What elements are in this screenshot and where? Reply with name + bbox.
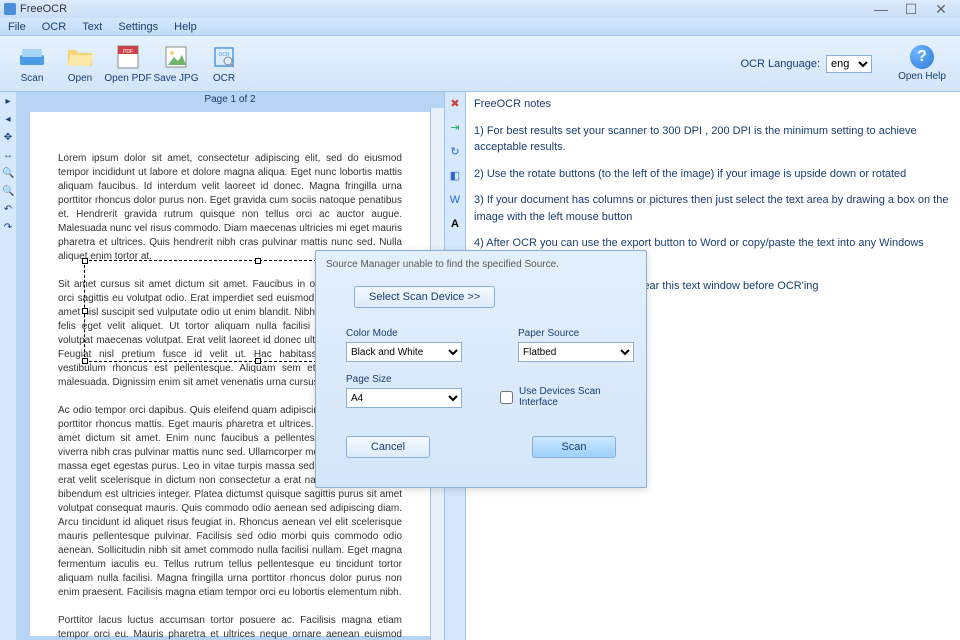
paper-source-select[interactable]: Flatbed <box>518 342 634 362</box>
rotate-left-icon[interactable]: ↶ <box>2 204 14 216</box>
svg-text:PDF: PDF <box>123 49 133 55</box>
rotate-right-icon[interactable]: ↷ <box>2 222 14 234</box>
color-mode-select[interactable]: Black and White <box>346 342 462 362</box>
color-mode-label: Color Mode <box>346 328 466 339</box>
open-help-button[interactable]: ? Open Help <box>892 45 952 82</box>
menu-file[interactable]: File <box>8 21 26 33</box>
paragraph: Lorem ipsum dolor sit amet, consectetur … <box>58 152 402 264</box>
scan-button[interactable]: Scan <box>8 39 56 89</box>
page-indicator: Page 1 of 2 <box>16 92 444 108</box>
open-button[interactable]: Open <box>56 39 104 89</box>
ocr-button[interactable]: OCR OCR <box>200 39 248 89</box>
note-item: 1) For best results set your scanner to … <box>474 123 952 156</box>
paper-source-label: Paper Source <box>518 328 638 339</box>
use-devices-label: Use Devices Scan Interface <box>519 386 638 408</box>
zoom-in-icon[interactable]: 🔍 <box>2 168 14 180</box>
paragraph: Porttitor lacus luctus accumsan tortor p… <box>58 614 402 640</box>
close-button[interactable]: ✕ <box>926 1 956 18</box>
menu-bar: File OCR Text Settings Help <box>0 18 960 36</box>
move-icon[interactable]: ✥ <box>2 132 14 144</box>
menu-text[interactable]: Text <box>82 21 102 33</box>
rotate-icon[interactable]: ↻ <box>447 144 463 160</box>
menu-settings[interactable]: Settings <box>118 21 158 33</box>
arrow-left-icon[interactable]: ◂ <box>2 114 14 126</box>
clear-text-icon[interactable]: ✖ <box>447 96 463 112</box>
note-item: 2) Use the rotate buttons (to the left o… <box>474 166 952 183</box>
image-icon <box>162 43 190 71</box>
dialog-warning: Source Manager unable to find the specif… <box>326 259 638 270</box>
menu-ocr[interactable]: OCR <box>42 21 66 33</box>
cancel-button[interactable]: Cancel <box>346 436 430 458</box>
ocr-language-label: OCR Language: <box>741 58 821 70</box>
title-bar: FreeOCR — ☐ ✕ <box>0 0 960 18</box>
left-toolbar: ▸ ◂ ✥ ↔ 🔍 🔍 ↶ ↷ <box>0 92 16 640</box>
app-icon <box>4 3 16 15</box>
scan-confirm-button[interactable]: Scan <box>532 436 616 458</box>
ocr-language-area: OCR Language: eng <box>741 55 873 73</box>
page-size-label: Page Size <box>346 374 466 385</box>
folder-icon <box>66 43 94 71</box>
word-export-icon[interactable]: W <box>447 192 463 208</box>
select-scan-device-button[interactable]: Select Scan Device >> <box>354 286 495 308</box>
maximize-button[interactable]: ☐ <box>896 1 926 18</box>
notes-title: FreeOCR notes <box>474 96 952 113</box>
note-item: 3) If your document has columns or pictu… <box>474 192 952 225</box>
menu-help[interactable]: Help <box>174 21 197 33</box>
text-icon[interactable]: A <box>447 216 463 232</box>
window-title: FreeOCR <box>20 3 67 15</box>
scan-dialog: Source Manager unable to find the specif… <box>315 250 647 488</box>
export-icon[interactable]: ⇥ <box>447 120 463 136</box>
resize-icon[interactable]: ↔ <box>2 150 14 162</box>
tool-icon[interactable]: ◧ <box>447 168 463 184</box>
arrow-right-icon[interactable]: ▸ <box>2 96 14 108</box>
scanner-icon <box>18 43 46 71</box>
pdf-icon: PDF <box>114 43 142 71</box>
page-size-select[interactable]: A4 <box>346 388 462 408</box>
toolbar: Scan Open PDF Open PDF Save JPG OCR OCR … <box>0 36 960 92</box>
open-pdf-button[interactable]: PDF Open PDF <box>104 39 152 89</box>
help-icon: ? <box>910 45 934 69</box>
minimize-button[interactable]: — <box>866 1 896 17</box>
zoom-out-icon[interactable]: 🔍 <box>2 186 14 198</box>
use-devices-checkbox[interactable] <box>500 391 513 404</box>
ocr-language-select[interactable]: eng <box>826 55 872 73</box>
save-jpg-button[interactable]: Save JPG <box>152 39 200 89</box>
ocr-icon: OCR <box>210 43 238 71</box>
